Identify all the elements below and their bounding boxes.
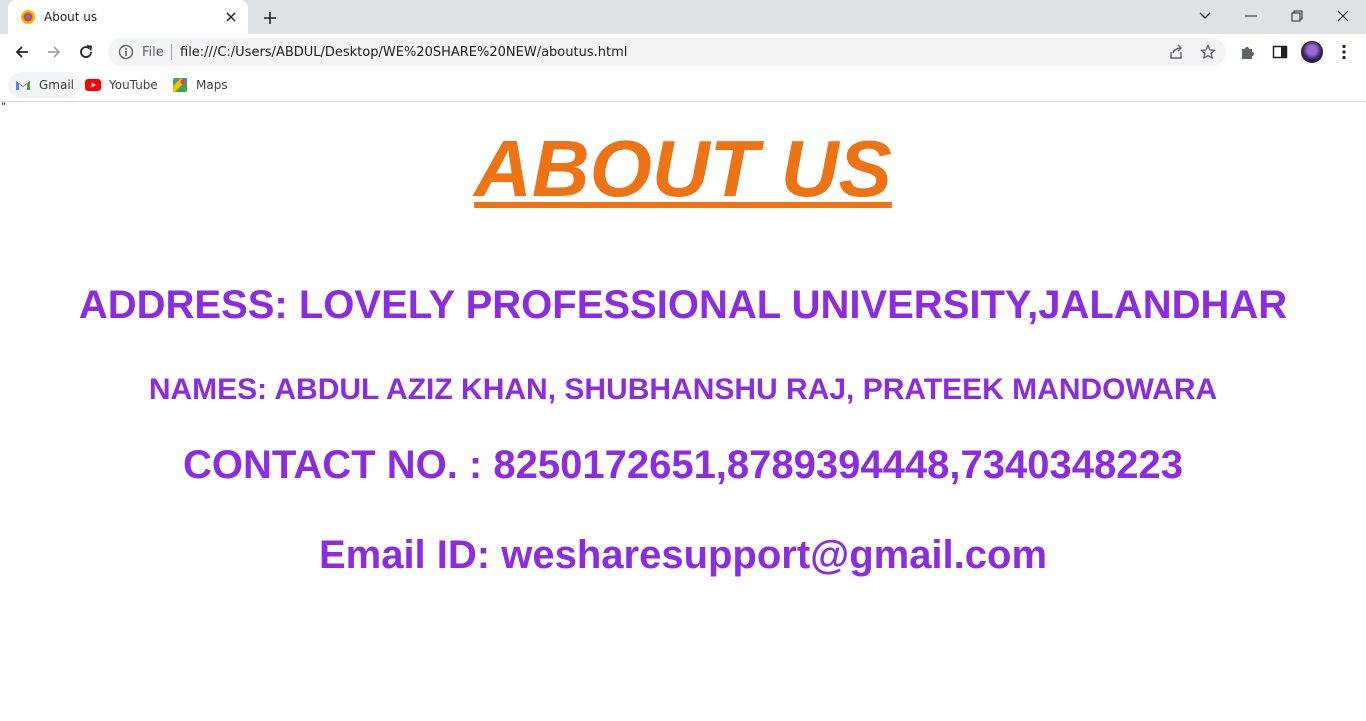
address-bar[interactable]: File file:///C:/Users/ABDUL/Desktop/WE%2… [108,38,1226,66]
email-text: Email ID: wesharesupport@gmail.com [318,533,1048,577]
contact-text: CONTACT NO. : 8250172651,8789394448,7340… [183,443,1183,487]
bookmark-label: YouTube [109,78,158,92]
tab-strip: About us [0,0,1366,34]
maps-icon [173,78,187,92]
bookmark-label: Maps [196,78,228,92]
gmail-icon [16,81,30,90]
names-text: NAMES: ABDUL AZIZ KHAN, SHUBHANSHU RAJ, … [148,373,1218,406]
minimize-button[interactable] [1228,0,1274,32]
menu-kebab-icon[interactable] [1331,39,1357,65]
page-content: " ABOUT US ADDRESS: LOVELY PROFESSIONAL … [0,99,1366,721]
address-text: ADDRESS: LOVELY PROFESSIONAL UNIVERSITY,… [78,283,1288,327]
tab-close-icon[interactable] [223,9,239,25]
forward-button[interactable] [39,37,69,67]
back-button[interactable] [7,37,37,67]
close-window-button[interactable] [1320,0,1366,32]
site-favicon-icon [21,10,35,24]
page-title: ABOUT US [474,124,892,213]
reload-button[interactable] [71,37,101,67]
url-separator [171,44,172,60]
new-tab-button[interactable] [258,6,282,30]
side-panel-icon[interactable] [1267,39,1293,65]
bookmarks-bar: Gmail YouTube Maps [0,70,1366,102]
extensions-puzzle-icon[interactable] [1235,39,1261,65]
bookmark-star-icon[interactable] [1198,42,1218,62]
tab-title: About us [44,10,98,24]
youtube-icon [85,79,101,91]
url-scheme-label: File [142,45,164,60]
bookmark-maps[interactable]: Maps [165,72,235,98]
share-icon[interactable] [1166,42,1186,62]
stray-quote-char: " [1,99,6,113]
bookmark-gmail[interactable]: Gmail [8,72,82,98]
bookmark-label: Gmail [39,78,75,92]
browser-tab[interactable]: About us [8,0,248,34]
bookmark-youtube[interactable]: YouTube [78,72,165,98]
tab-search-chevron-icon[interactable] [1182,0,1228,32]
url-text[interactable]: file:///C:/Users/ABDUL/Desktop/WE%20SHAR… [180,45,627,60]
site-info-icon[interactable] [118,44,134,60]
profile-avatar[interactable] [1301,41,1323,63]
browser-toolbar: File file:///C:/Users/ABDUL/Desktop/WE%2… [0,34,1366,70]
restore-button[interactable] [1274,0,1320,32]
